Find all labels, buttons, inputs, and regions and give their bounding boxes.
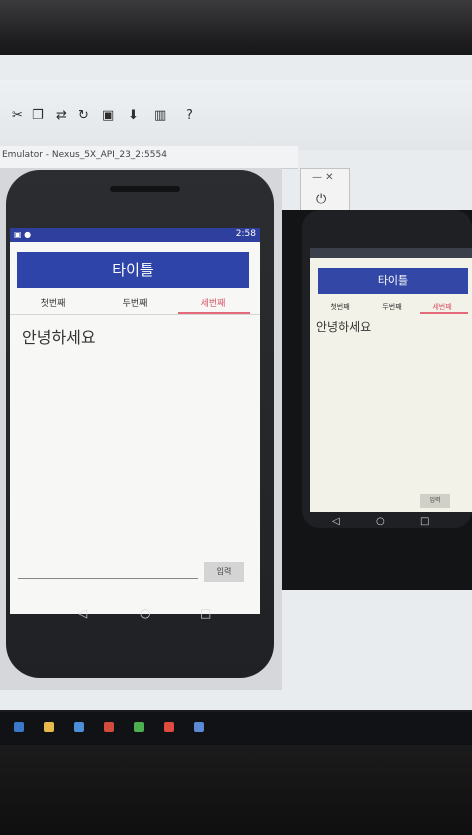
send-button[interactable]: 입력: [420, 494, 450, 508]
content-text: 안녕하세요: [22, 328, 96, 347]
copy-icon[interactable]: ❐: [32, 108, 44, 123]
phone1-screen: ▣ ● 2:58 타이틀 첫번째 두번째 세번째 안녕하세요 입력: [10, 228, 260, 614]
replace-icon[interactable]: ⇄: [56, 108, 67, 123]
gradle-icon[interactable]: ▥: [154, 108, 166, 123]
tab-third[interactable]: 세번째: [416, 302, 468, 312]
message-input[interactable]: [18, 578, 198, 579]
start-icon[interactable]: [14, 722, 24, 732]
sdk-icon[interactable]: ⬇: [128, 108, 139, 123]
sync-icon[interactable]: ↻: [78, 108, 89, 123]
status-bar: [310, 248, 472, 258]
tab-second[interactable]: 두번째: [366, 302, 418, 312]
app-icon[interactable]: [104, 722, 114, 732]
home-icon[interactable]: ○: [140, 606, 150, 620]
ide-toolbar: [0, 80, 472, 150]
cut-icon[interactable]: ✂: [12, 108, 23, 123]
explorer-icon[interactable]: [44, 722, 54, 732]
home-icon[interactable]: ○: [376, 516, 385, 527]
tab-third[interactable]: 세번째: [174, 296, 252, 309]
tab-first[interactable]: 첫번째: [14, 296, 92, 309]
help-icon[interactable]: ?: [186, 108, 193, 123]
active-tab-indicator: [420, 312, 468, 314]
back-icon[interactable]: ◁: [78, 606, 87, 620]
tab-second[interactable]: 두번째: [96, 296, 174, 309]
status-time: 2:58: [235, 229, 256, 239]
close-icon[interactable]: — ✕: [312, 172, 334, 183]
send-button[interactable]: 입력: [204, 562, 244, 582]
emulator-window-title: Emulator - Nexus_5X_API_23_2:5554: [2, 150, 167, 160]
back-icon[interactable]: ◁: [332, 516, 340, 527]
desk-surface: [0, 745, 472, 835]
phone-speaker: [110, 186, 180, 192]
notification-icon: ▣ ●: [14, 230, 32, 239]
recents-icon[interactable]: □: [200, 606, 211, 620]
monitor-bezel-top: [0, 0, 472, 60]
status-bar: ▣ ● 2:58: [10, 228, 260, 242]
title-button[interactable]: 타이틀: [318, 268, 468, 294]
edge-icon[interactable]: [74, 722, 84, 732]
device-icon[interactable]: ▣: [102, 108, 114, 123]
app-icon-2[interactable]: [194, 722, 204, 732]
content-text: 안녕하세요: [316, 320, 372, 334]
recents-icon[interactable]: □: [420, 516, 429, 527]
tab-divider: [10, 314, 260, 315]
title-button[interactable]: 타이틀: [17, 252, 249, 288]
studio-icon[interactable]: [134, 722, 144, 732]
tab-first[interactable]: 첫번째: [314, 302, 366, 312]
phone2-screen: 타이틀 첫번째 두번째 세번째 안녕하세요 입력: [310, 248, 472, 512]
power-icon[interactable]: ⏻: [316, 192, 326, 207]
chrome-icon[interactable]: [164, 722, 174, 732]
